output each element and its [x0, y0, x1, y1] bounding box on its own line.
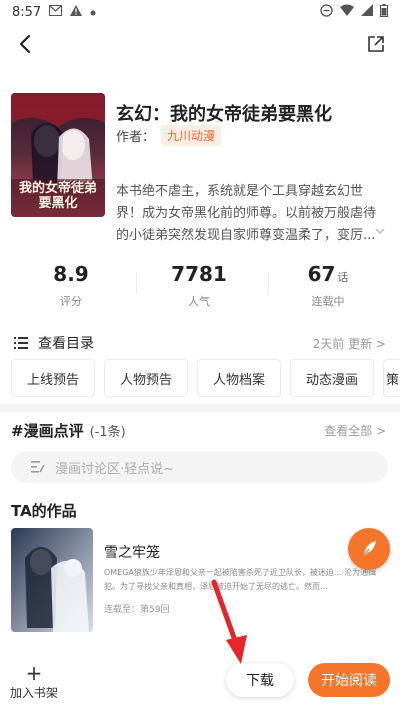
- back-arrow-icon: [19, 34, 31, 54]
- stats-row: 8.9 评分 7781 人气 67 话 连载中: [0, 262, 400, 312]
- share-button[interactable]: [364, 32, 388, 56]
- chip-preview[interactable]: 上线预告: [11, 359, 95, 397]
- bottom-bar: + 加入书架 下载 开始阅读: [0, 650, 400, 711]
- chip-animated-comic[interactable]: 动态漫画: [290, 359, 374, 397]
- download-button[interactable]: 下载: [226, 663, 294, 697]
- comic-cover[interactable]: 我的女帝徒弟要黑化: [11, 93, 105, 217]
- review-count: (-1条): [89, 425, 126, 440]
- comic-title: 玄幻：我的女帝徒弟要黑化: [116, 104, 332, 125]
- author-row: 作者： 九川动漫: [116, 125, 222, 146]
- author-label: 作者：: [116, 130, 156, 145]
- review-placeholder: 漫画讨论区·轻点说~: [55, 461, 175, 477]
- catalog-label: 查看目录: [38, 336, 94, 352]
- stat-rating-label: 评分: [60, 295, 82, 308]
- top-bar: [0, 28, 400, 60]
- add-to-shelf-label: 加入书架: [9, 686, 58, 700]
- write-comment-button[interactable]: [348, 528, 390, 570]
- stat-popularity-value: 7781: [171, 262, 227, 286]
- work-card[interactable]: 雪之牢笼 OMEGA狼族少年泽恩和父亲一起被陷害杀死了近卫队长，被迷迫... 沦…: [11, 528, 391, 634]
- author-tag[interactable]: 九川动漫: [161, 125, 222, 146]
- chip-more[interactable]: 策: [383, 359, 400, 397]
- dnd-icon: [320, 3, 333, 21]
- review-title: #漫画点评: [11, 422, 84, 440]
- start-reading-button[interactable]: 开始阅读: [308, 663, 390, 697]
- status-bar: 8:57: [0, 0, 400, 24]
- stat-chapters-unit: 话: [337, 271, 349, 284]
- review-input[interactable]: 漫画讨论区·轻点说~: [11, 451, 388, 483]
- work-name: 雪之牢笼: [104, 545, 160, 561]
- work-description: OMEGA狼族少年泽恩和父亲一起被陷害杀死了近卫队长，被迷迫... 沦为通缉犯。…: [104, 568, 377, 591]
- works-title: TA的作品: [11, 502, 77, 520]
- back-button[interactable]: [12, 30, 38, 58]
- chip-character-profile[interactable]: 人物档案: [197, 359, 281, 397]
- comic-description[interactable]: 本书绝不虐主，系统就是个工具穿越玄幻世界！成为女帝黑化前的师尊。以前被万般虐待的…: [116, 181, 388, 247]
- chevron-down-icon[interactable]: [373, 224, 387, 238]
- work-update: 连载至：第59回: [104, 605, 170, 615]
- stat-chapters-label: 连载中: [311, 295, 345, 308]
- add-to-shelf-button[interactable]: + 加入书架: [6, 661, 62, 701]
- stat-popularity: 7781 人气: [134, 262, 264, 309]
- warning-icon: [70, 4, 83, 20]
- plus-icon: +: [25, 661, 43, 685]
- cover-title-text: 我的女帝徒弟要黑化: [18, 181, 97, 211]
- status-time: 8:57: [12, 4, 42, 20]
- section-divider: [0, 404, 400, 412]
- stat-chapters: 67 话 连载中: [263, 262, 393, 309]
- stat-chapters-value: 67: [307, 262, 336, 286]
- catalog-row[interactable]: 查看目录 2天前 更新 >: [0, 333, 400, 355]
- review-header: #漫画点评 (-1条) 查看全部 >: [0, 420, 400, 442]
- view-all-reviews-link[interactable]: 查看全部 >: [324, 422, 386, 439]
- stat-popularity-label: 人气: [188, 295, 210, 308]
- share-icon: [368, 36, 384, 52]
- quill-icon: [361, 541, 376, 558]
- catalog-update: 2天前 更新 >: [312, 337, 386, 351]
- notification-dot-icon: [90, 5, 96, 20]
- stat-rating: 8.9 评分: [6, 262, 136, 309]
- stat-rating-value: 8.9: [53, 262, 89, 286]
- chip-character-preview[interactable]: 人物预告: [104, 359, 188, 397]
- battery-icon: [380, 3, 388, 21]
- signal-icon: [361, 4, 373, 20]
- chip-row: 上线预告 人物预告 人物档案 动态漫画 策: [0, 359, 400, 399]
- work-cover[interactable]: [11, 528, 93, 632]
- gmail-icon: [49, 4, 63, 20]
- wifi-icon: [340, 4, 354, 20]
- comment-icon: [31, 461, 45, 473]
- list-icon: [14, 337, 28, 349]
